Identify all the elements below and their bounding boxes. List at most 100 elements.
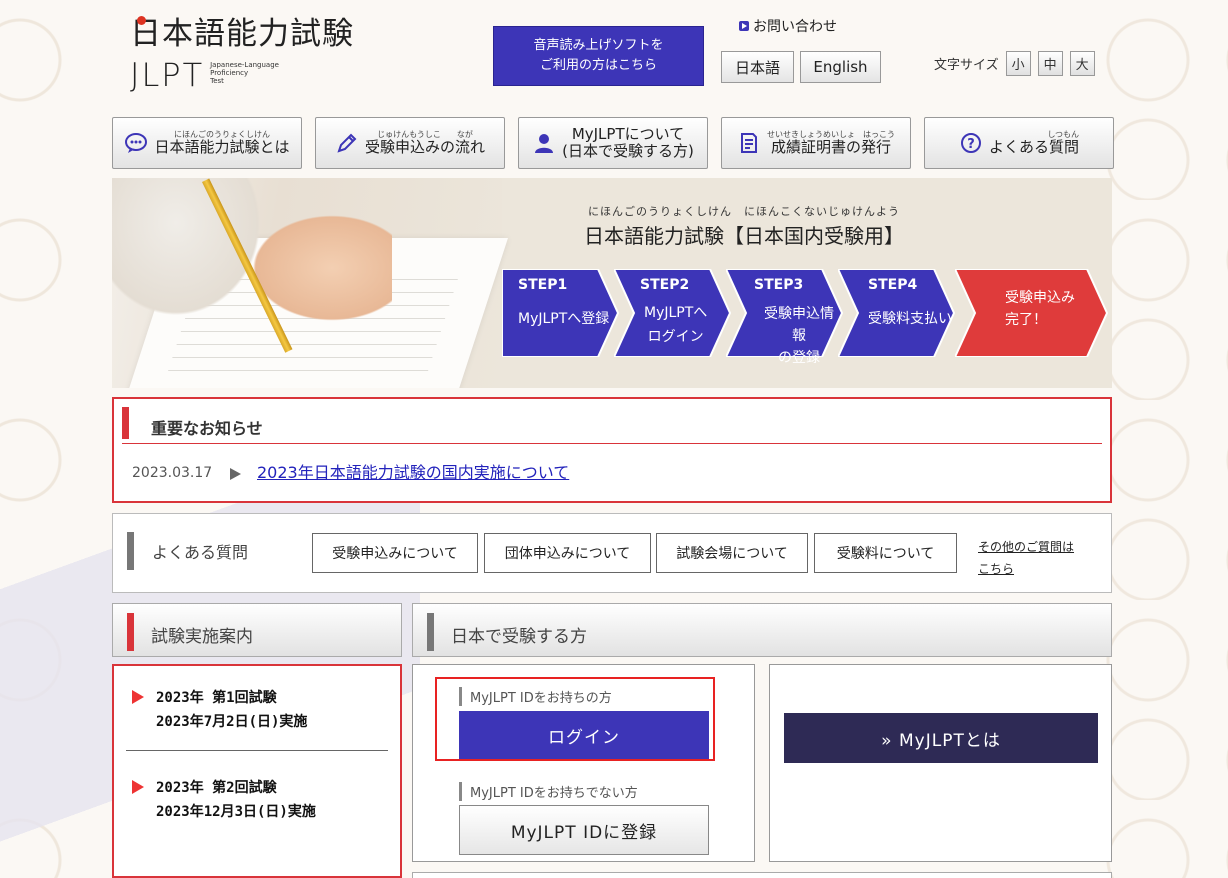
step-number: STEP1 bbox=[518, 277, 568, 293]
step-2: STEP2 MyJLPTへ ログイン bbox=[614, 269, 732, 357]
step-text: 受験申込情報 の登録 bbox=[760, 303, 838, 369]
nav-faq[interactable]: ? しつもん よくある質問 bbox=[924, 117, 1114, 169]
step-4: STEP4 受験料支払い bbox=[838, 269, 956, 357]
logo-subtitle: Japanese-Language Proficiency Test bbox=[210, 61, 279, 85]
faq-application-button[interactable]: 受験申込みについて bbox=[312, 533, 478, 573]
user-icon bbox=[532, 131, 556, 155]
font-size-label: 文字サイズ bbox=[934, 58, 999, 73]
nav-application-flow[interactable]: じゅけんもうしこ なが 受験申込みの流れ bbox=[315, 117, 505, 169]
faq-other-link[interactable]: その他のご質問は こちら bbox=[978, 536, 1074, 580]
svg-text:?: ? bbox=[967, 137, 975, 152]
nav-label: じゅけんもうしこ なが 受験申込みの流れ bbox=[365, 130, 485, 156]
nav-label: せいせきしょうめいしょ はっこう 成績証明書の発行 bbox=[767, 130, 895, 156]
speech-line2: ご利用の方はこちら bbox=[539, 58, 657, 73]
step-3: STEP3 受験申込情報 の登録 bbox=[726, 269, 844, 366]
step-text-line: ログイン bbox=[647, 329, 704, 345]
important-notice: 重要なお知らせ 2023.03.17 2023年日本語能力試験の国内実施について bbox=[112, 397, 1112, 503]
step-text-line: の登録 bbox=[778, 350, 820, 366]
logo-sub-line: Proficiency bbox=[210, 69, 249, 77]
inquiry-link[interactable]: お問い合わせ bbox=[739, 16, 837, 36]
speech-software-button[interactable]: 音声読み上げソフトを ご利用の方はこちら bbox=[493, 26, 704, 86]
about-myjlpt-button[interactable]: » MyJLPTとは bbox=[784, 713, 1098, 763]
nav-text: MyJLPTについて bbox=[571, 125, 685, 143]
font-size-control: 文字サイズ 小 中 大 bbox=[934, 51, 1095, 76]
section-title: 試験実施案内 bbox=[151, 627, 253, 647]
login-panel: MyJLPT IDをお持ちの方 ログイン MyJLPT IDをお持ちでない方 M… bbox=[412, 664, 755, 862]
nav-label: にほんごのうりょくしけん 日本語能力試験とは bbox=[154, 130, 289, 156]
no-id-label: MyJLPT IDをお持ちでない方 bbox=[459, 782, 638, 801]
faq-other-line: その他のご質問は bbox=[978, 540, 1075, 554]
section-title: 日本で受験する方 bbox=[451, 627, 587, 647]
step-1: STEP1 MyJLPTへ登録 bbox=[502, 269, 620, 357]
banner-title: 日本語能力試験【日本国内受験用】 bbox=[584, 224, 904, 248]
schedule-title: 2023年 第1回試験 bbox=[156, 690, 277, 706]
triangle-icon bbox=[230, 468, 241, 480]
divider bbox=[126, 750, 388, 751]
exam-info-header: 試験実施案内 bbox=[112, 603, 402, 657]
faq-group-button[interactable]: 団体申込みについて bbox=[484, 533, 651, 573]
banner-photo bbox=[112, 178, 508, 388]
nav-certificate[interactable]: せいせきしょうめいしょ はっこう 成績証明書の発行 bbox=[721, 117, 911, 169]
question-icon: ? bbox=[959, 131, 983, 155]
step-flow: STEP1 MyJLPTへ登録 STEP2 MyJLPTへ ログイン STEP3… bbox=[502, 269, 1110, 366]
speech-line1: 音声読み上げソフトを bbox=[533, 38, 664, 53]
triangle-icon bbox=[132, 780, 144, 794]
schedule-date: 2023年12月3日(日)実施 bbox=[156, 804, 316, 820]
logo-sub-line: Test bbox=[210, 77, 224, 85]
font-size-large-button[interactable]: 大 bbox=[1069, 51, 1095, 76]
banner-ruby: にほんごのうりょくしけん にほんこくないじゅけんよう bbox=[588, 205, 900, 218]
step-text-line: 受験申込情報 bbox=[764, 306, 834, 344]
logo-jp-text: 日本語能力試験 bbox=[130, 16, 354, 52]
nav-about-jlpt[interactable]: にほんごのうりょくしけん 日本語能力試験とは bbox=[112, 117, 302, 169]
step-number: STEP4 bbox=[868, 277, 918, 293]
faq-title: よくある質問 bbox=[127, 532, 248, 570]
nav-text: 受験申込みの流れ bbox=[364, 138, 485, 156]
pen-icon bbox=[335, 131, 359, 155]
next-panel-edge bbox=[412, 872, 1112, 878]
step-text: 受験申込み 完了！ bbox=[1005, 287, 1075, 331]
arrow-icon bbox=[739, 21, 749, 31]
login-button[interactable]: ログイン bbox=[459, 711, 709, 759]
header-bar bbox=[427, 613, 434, 651]
lang-japanese-button[interactable]: 日本語 bbox=[721, 51, 794, 83]
logo-en-text: JLPT bbox=[130, 56, 205, 94]
faq-venue-button[interactable]: 試験会場について bbox=[656, 533, 808, 573]
schedule-item[interactable]: 2023年 第2回試験 2023年12月3日(日)実施 bbox=[156, 776, 316, 824]
faq-fee-button[interactable]: 受験料について bbox=[814, 533, 957, 573]
nav-label: MyJLPTについて (日本で受験する方) bbox=[562, 126, 694, 160]
step-complete: 受験申込み 完了！ bbox=[955, 269, 1110, 357]
lang-english-button[interactable]: English bbox=[800, 51, 881, 83]
japan-exam-header: 日本で受験する方 bbox=[412, 603, 1112, 657]
step-text-line: 完了！ bbox=[1005, 312, 1047, 328]
step-number: STEP2 bbox=[640, 277, 690, 293]
step-text: MyJLPTへ ログイン bbox=[644, 301, 707, 349]
font-size-small-button[interactable]: 小 bbox=[1005, 51, 1031, 76]
step-text-line: MyJLPTへ bbox=[644, 305, 708, 321]
font-size-medium-button[interactable]: 中 bbox=[1037, 51, 1063, 76]
hero-banner: にほんごのうりょくしけん にほんこくないじゅけんよう 日本語能力試験【日本国内受… bbox=[112, 178, 1112, 388]
inquiry-label: お問い合わせ bbox=[753, 19, 837, 35]
has-id-label: MyJLPT IDをお持ちの方 bbox=[459, 687, 612, 706]
schedule-title: 2023年 第2回試験 bbox=[156, 780, 277, 796]
nav-text: 日本語能力試験とは bbox=[154, 138, 290, 156]
faq-other-line: こちら bbox=[978, 562, 1015, 576]
header-bar bbox=[127, 613, 134, 651]
notice-link[interactable]: 2023年日本語能力試験の国内実施について bbox=[257, 459, 569, 483]
step-text: MyJLPTへ登録 bbox=[518, 311, 610, 327]
schedule-item[interactable]: 2023年 第1回試験 2023年7月2日(日)実施 bbox=[156, 686, 307, 734]
faq-panel: よくある質問 受験申込みについて 団体申込みについて 試験会場について 受験料に… bbox=[112, 513, 1112, 593]
divider bbox=[122, 443, 1102, 444]
nav-about-myjlpt[interactable]: MyJLPTについて (日本で受験する方) bbox=[518, 117, 708, 169]
nav-label: しつもん よくある質問 bbox=[989, 130, 1079, 156]
triangle-icon bbox=[132, 690, 144, 704]
step-number: STEP3 bbox=[754, 277, 804, 293]
logo-red-dot bbox=[137, 16, 146, 25]
step-text: 受験料支払い bbox=[868, 311, 952, 327]
notice-title: 重要なお知らせ bbox=[122, 407, 263, 439]
about-myjlpt-panel: » MyJLPTとは bbox=[769, 664, 1112, 862]
exam-schedule: 2023年 第1回試験 2023年7月2日(日)実施 2023年 第2回試験 2… bbox=[112, 664, 402, 878]
jlpt-logo[interactable]: 日本語能力試験 JLPT Japanese-Language Proficien… bbox=[130, 8, 354, 91]
notice-date: 2023.03.17 bbox=[132, 465, 213, 481]
register-button[interactable]: MyJLPT IDに登録 bbox=[459, 805, 709, 855]
page: 日本語能力試験 JLPT Japanese-Language Proficien… bbox=[0, 0, 1228, 878]
